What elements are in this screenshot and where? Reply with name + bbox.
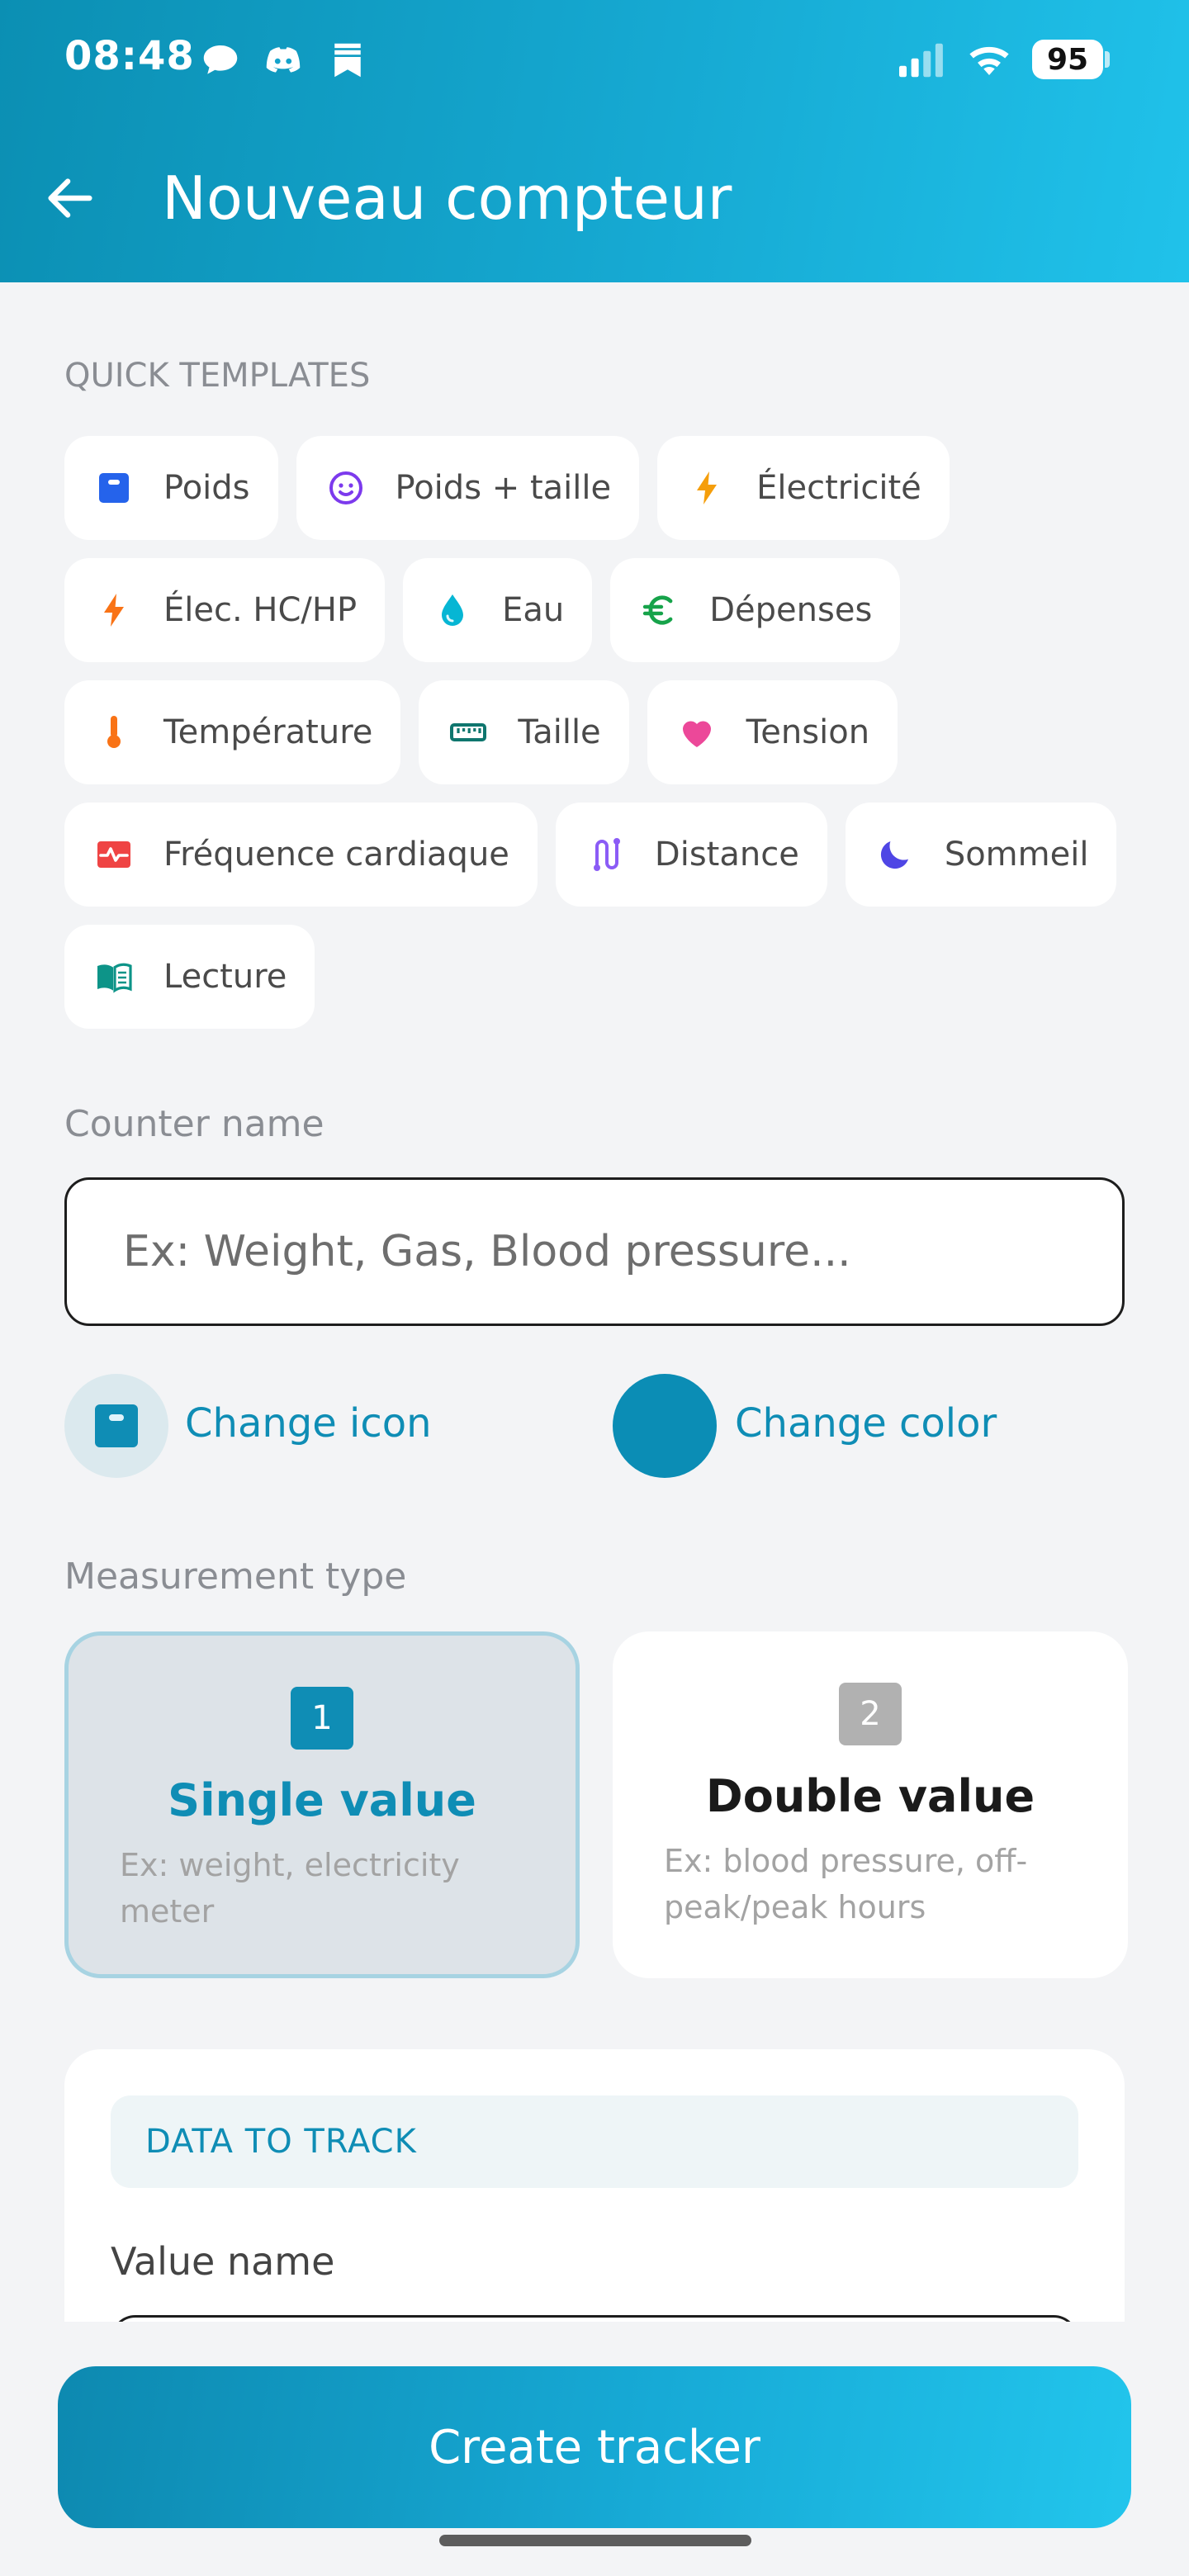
template-chip-elec-hc-hp[interactable]: Élec. HC/HP: [64, 558, 386, 662]
back-arrow-icon[interactable]: [41, 169, 99, 227]
double-value-option[interactable]: 2 Double value Ex: blood pressure, off-p…: [613, 1631, 1128, 1978]
template-row: Élec. HC/HP Eau Dépenses: [64, 558, 1138, 662]
template-chip-label: Poids + taille: [395, 469, 612, 507]
template-chip-poids-taille[interactable]: Poids + taille: [296, 436, 640, 540]
template-chip-label: Fréquence cardiaque: [163, 836, 509, 874]
template-chip-frequence-cardiaque[interactable]: Fréquence cardiaque: [64, 803, 538, 907]
template-row: Fréquence cardiaque Distance Sommeil: [64, 803, 1138, 907]
signal-icon: [897, 38, 946, 83]
page-title: Nouveau compteur: [162, 163, 732, 233]
quick-templates: Poids Poids + taille Électricité Élec. H…: [64, 436, 1138, 1047]
option-description: Ex: weight, electricity meter: [120, 1847, 460, 1930]
home-indicator: [439, 2535, 751, 2546]
chat-bubble-icon: [198, 38, 243, 83]
route-icon: [585, 835, 625, 874]
measurement-type-label: Measurement type: [64, 1556, 407, 1598]
moon-icon: [875, 835, 915, 874]
template-chip-tension[interactable]: Tension: [647, 680, 898, 784]
data-to-track-header: DATA TO TRACK: [111, 2095, 1078, 2188]
counter-name-label: Counter name: [64, 1103, 324, 1145]
heartbeat-icon: [94, 835, 134, 874]
counter-name-field[interactable]: [64, 1177, 1125, 1326]
ruler-icon: [448, 713, 488, 752]
template-chip-eau[interactable]: Eau: [403, 558, 593, 662]
single-value-option[interactable]: 1 Single value Ex: weight, electricity m…: [64, 1631, 580, 1978]
template-chip-distance[interactable]: Distance: [555, 803, 827, 907]
value-name-label: Value name: [111, 2239, 335, 2284]
template-chip-poids[interactable]: Poids: [64, 436, 278, 540]
discord-icon: [261, 38, 306, 83]
template-chip-label: Distance: [654, 836, 799, 874]
template-chip-sommeil[interactable]: Sommeil: [845, 803, 1117, 907]
template-row: Lecture: [64, 925, 1138, 1029]
counter-name-input[interactable]: [123, 1227, 1066, 1276]
template-chip-label: Taille: [518, 713, 601, 751]
quick-templates-label: QUICK TEMPLATES: [64, 357, 371, 395]
option-description: Ex: blood pressure, off-peak/peak hours: [664, 1843, 1028, 1925]
status-bar: 08:48 95: [0, 0, 1189, 116]
option-number-badge: 2: [839, 1683, 902, 1745]
lightning-icon: [94, 590, 134, 630]
template-chip-taille[interactable]: Taille: [419, 680, 629, 784]
template-chip-lecture[interactable]: Lecture: [64, 925, 315, 1029]
option-title: Double value: [705, 1770, 1035, 1822]
lightning-icon: [687, 468, 727, 508]
wifi-icon: [964, 38, 1014, 83]
template-chip-label: Électricité: [756, 469, 921, 507]
template-chip-label: Eau: [502, 591, 565, 629]
heart-icon: [677, 713, 717, 752]
status-time: 08:48: [64, 33, 195, 79]
app-bar: 08:48 95 Nouveau compteur: [0, 0, 1189, 282]
template-chip-label: Poids: [163, 469, 250, 507]
template-chip-label: Température: [163, 713, 373, 751]
scale-icon: [95, 1404, 138, 1447]
template-chip-label: Sommeil: [944, 836, 1089, 874]
euro-icon: [640, 590, 680, 630]
battery-tip: [1105, 51, 1110, 68]
option-title: Single value: [168, 1774, 476, 1826]
battery-indicator: 95: [1032, 40, 1103, 79]
change-icon-link[interactable]: Change icon: [185, 1400, 432, 1447]
template-chip-label: Élec. HC/HP: [163, 591, 358, 629]
scale-icon: [94, 468, 134, 508]
counter-icon-preview[interactable]: [64, 1374, 168, 1478]
water-drop-icon: [433, 590, 472, 630]
template-chip-depenses[interactable]: Dépenses: [610, 558, 901, 662]
thermometer-icon: [94, 713, 134, 752]
change-color-link[interactable]: Change color: [735, 1400, 997, 1447]
template-chip-label: Lecture: [163, 958, 287, 996]
book-icon: [94, 957, 134, 997]
template-chip-electricite[interactable]: Électricité: [657, 436, 950, 540]
template-chip-temperature[interactable]: Température: [64, 680, 401, 784]
create-tracker-button[interactable]: Create tracker: [58, 2366, 1131, 2528]
template-row: Température Taille Tension: [64, 680, 1138, 784]
smiley-icon: [326, 468, 366, 508]
template-chip-label: Tension: [746, 713, 870, 751]
bookmark-stack-icon: [325, 38, 370, 83]
template-chip-label: Dépenses: [709, 591, 873, 629]
color-swatch[interactable]: [613, 1374, 717, 1478]
option-number-badge: 1: [291, 1687, 353, 1750]
template-row: Poids Poids + taille Électricité: [64, 436, 1138, 540]
